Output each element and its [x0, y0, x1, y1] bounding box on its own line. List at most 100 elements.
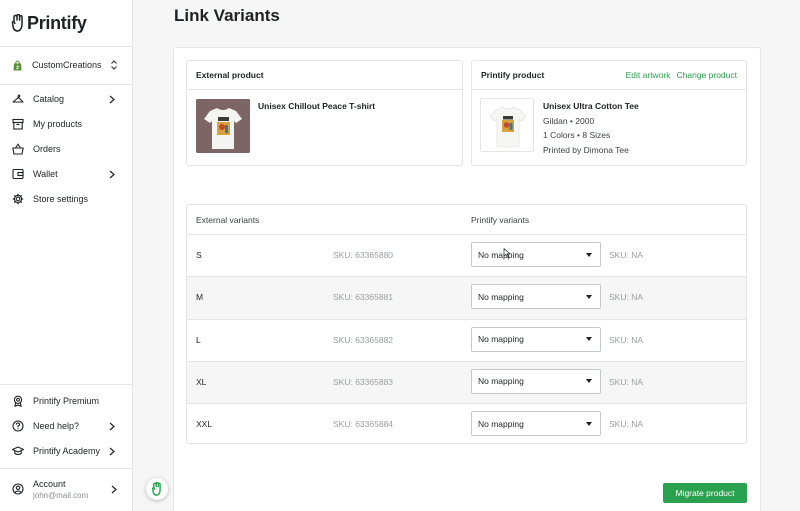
- printify-logo-icon: [11, 14, 23, 32]
- caret-down-icon: [586, 294, 592, 299]
- sidebar-item-label: Printify Premium: [33, 396, 100, 406]
- sidebar-item-orders[interactable]: Orders: [0, 137, 133, 161]
- variant-sku: SKU: 63365881: [333, 292, 394, 303]
- table-row: XXL SKU: 63365884 No mapping SKU: NA: [187, 404, 746, 443]
- table-row: L SKU: 63365882 No mapping SKU: NA: [187, 320, 746, 362]
- variant-sku: SKU: 63365884: [333, 419, 394, 430]
- chevron-up-down-icon: [109, 59, 119, 71]
- divider: [0, 468, 133, 469]
- logo-text: Printify: [27, 12, 87, 33]
- panel-header: Printify product Edit artwork Change pro…: [472, 61, 746, 90]
- sidebar: Printify CustomCreations Catalog My prod…: [0, 0, 133, 511]
- sidebar-item-printify-premium[interactable]: Printify Premium: [0, 389, 133, 413]
- variant-mapping-select[interactable]: No mapping: [471, 411, 601, 437]
- printify-product-name: Unisex Ultra Cotton Tee: [543, 101, 639, 111]
- variant-mapping-select[interactable]: No mapping: [471, 326, 601, 352]
- printify-product-heading: Printify product: [481, 70, 545, 80]
- store-name: CustomCreations: [32, 60, 102, 70]
- help-chat-button[interactable]: [146, 478, 168, 500]
- table-header: External variants Printify variants: [187, 205, 746, 235]
- variant-size: XXL: [196, 419, 213, 430]
- table-row: M SKU: 63365881 No mapping SKU: NA: [187, 277, 746, 320]
- variant-sku: SKU: 63365883: [333, 376, 394, 387]
- basket-icon: [12, 143, 24, 155]
- account-email: john@mail.com: [33, 491, 89, 500]
- printify-product-printer: Printed by Dimona Tee: [543, 145, 629, 155]
- divider: [0, 84, 133, 85]
- badge-icon: [12, 395, 24, 407]
- sidebar-item-label: My products: [33, 119, 83, 129]
- sidebar-item-label: Orders: [33, 144, 61, 154]
- mapping-value: No mapping: [478, 291, 524, 302]
- caret-down-icon: [586, 337, 592, 342]
- chevron-right-icon: [109, 447, 117, 456]
- printify-logo[interactable]: Printify: [11, 12, 87, 34]
- sidebar-item-label: Printify Academy: [33, 446, 101, 456]
- external-variants-header: External variants: [196, 215, 260, 225]
- table-row: S SKU: 63365880 No mapping SKU: NA: [187, 235, 746, 278]
- chevron-right-icon: [111, 483, 117, 497]
- archive-icon: [12, 118, 24, 130]
- divider: [0, 46, 133, 47]
- variant-sku: SKU: 63365882: [333, 334, 394, 345]
- caret-down-icon: [586, 379, 592, 384]
- sidebar-item-catalog[interactable]: Catalog: [0, 87, 133, 111]
- change-product-link[interactable]: Change product: [677, 70, 738, 80]
- sidebar-item-store-settings[interactable]: Store settings: [0, 187, 133, 211]
- printify-variant-sku: SKU: NA: [609, 376, 644, 387]
- variant-mapping-select[interactable]: No mapping: [471, 368, 601, 394]
- account-info: Account john@mail.com: [33, 479, 111, 501]
- sidebar-item-label: Catalog: [33, 94, 65, 104]
- table-row: XL SKU: 63365883 No mapping SKU: NA: [187, 361, 746, 405]
- printify-variant-sku: SKU: NA: [609, 419, 644, 430]
- external-product-image: [196, 99, 250, 153]
- mapping-value: No mapping: [478, 249, 524, 260]
- variant-mapping-select[interactable]: No mapping: [471, 284, 601, 310]
- variant-size: XL: [196, 376, 207, 387]
- printify-product-image: [480, 98, 534, 152]
- chevron-right-icon: [109, 170, 117, 179]
- external-product-panel: External product Unisex Chillout Peace T…: [186, 60, 463, 166]
- caret-down-icon: [586, 252, 592, 257]
- printify-variant-sku: SKU: NA: [609, 250, 644, 260]
- sidebar-item-need-help[interactable]: Need help?: [0, 414, 133, 438]
- sidebar-item-my-products[interactable]: My products: [0, 112, 133, 136]
- mouse-pointer-icon: [503, 248, 511, 258]
- account-label: Account: [33, 479, 66, 489]
- variant-mapping-select[interactable]: No mapping: [471, 242, 601, 267]
- printify-variants-header: Printify variants: [471, 215, 530, 225]
- user-circle-icon: [12, 482, 24, 498]
- printify-variant-sku: SKU: NA: [609, 334, 644, 345]
- printify-product-options: 1 Colors • 8 Sizes: [543, 130, 611, 140]
- printify-product-panel: Printify product Edit artwork Change pro…: [471, 60, 747, 166]
- chevron-right-icon: [109, 95, 117, 104]
- sidebar-item-label: Store settings: [33, 194, 89, 204]
- mapping-value: No mapping: [478, 376, 524, 387]
- external-product-heading: External product: [196, 70, 264, 80]
- mapping-value: No mapping: [478, 418, 524, 429]
- panel-header: External product: [187, 61, 462, 90]
- store-switcher[interactable]: CustomCreations: [0, 52, 133, 78]
- printify-hand-icon: [151, 482, 161, 496]
- variants-table: External variants Printify variants S SK…: [186, 204, 747, 444]
- gear-icon: [12, 193, 24, 205]
- mapping-value: No mapping: [478, 334, 524, 345]
- sidebar-item-label: Need help?: [33, 421, 80, 431]
- printify-variant-sku: SKU: NA: [609, 292, 644, 303]
- caret-down-icon: [586, 421, 592, 426]
- sidebar-item-wallet[interactable]: Wallet: [0, 162, 133, 186]
- page-title: Link Variants: [174, 6, 280, 25]
- variant-size: S: [196, 250, 202, 260]
- external-product-name: Unisex Chillout Peace T-shirt: [258, 101, 376, 111]
- account-menu[interactable]: Account john@mail.com: [0, 476, 133, 504]
- chevron-right-icon: [109, 422, 117, 431]
- variant-size: L: [196, 334, 201, 345]
- shopify-bag-icon: [13, 59, 22, 70]
- sidebar-item-printify-academy[interactable]: Printify Academy: [0, 439, 133, 463]
- edit-artwork-link[interactable]: Edit artwork: [626, 70, 671, 80]
- help-icon: [12, 420, 24, 432]
- variant-sku: SKU: 63365880: [333, 250, 394, 260]
- divider: [0, 384, 133, 385]
- variant-size: M: [196, 292, 204, 303]
- migrate-product-button[interactable]: Migrate product: [663, 483, 747, 503]
